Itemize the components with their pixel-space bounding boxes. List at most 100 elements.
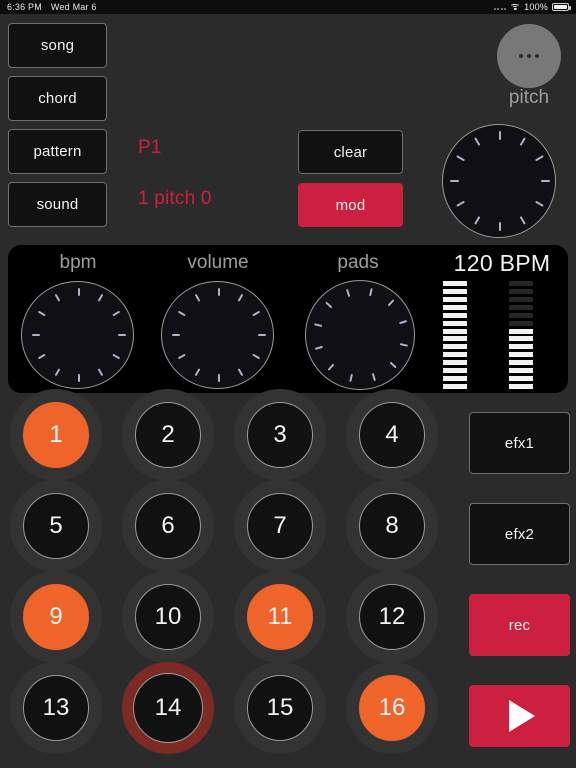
meter-segment [509,312,533,318]
pad-label: 2 [135,402,201,468]
knob-tick [444,180,500,182]
pitch-knob[interactable] [442,124,556,238]
pad-label: 11 [247,584,313,650]
pad-label: 5 [23,493,89,559]
meter-segment [509,360,533,366]
clear-button[interactable]: clear [298,130,403,174]
meter-segment [509,336,533,342]
meter-segment [443,360,467,366]
signal-dots-icon [493,4,507,10]
meter-segment [443,368,467,374]
battery-full-icon [552,3,571,11]
pad-label: 7 [247,493,313,559]
wifi-icon [510,3,521,11]
pad-10[interactable]: 10 [122,571,214,663]
meter-segment [443,328,467,334]
pad-6[interactable]: 6 [122,480,214,572]
knob-tick [219,334,272,336]
meter-segment [509,304,533,310]
efx2-button[interactable]: efx2 [469,503,570,565]
status-bar-right: 100% [493,2,576,12]
knob-tick [217,282,220,335]
pattern-button[interactable]: pattern [8,129,107,174]
pad-14[interactable]: 14 [122,662,214,754]
pads-knob[interactable] [305,280,415,390]
bpm-knob[interactable] [21,281,134,389]
mod-button[interactable]: mod [298,183,403,227]
meter-segment [443,288,467,294]
knob-tick [78,335,80,388]
pad-label: 16 [359,675,425,741]
pad-label: 10 [135,584,201,650]
meter-segment [509,344,533,350]
meter-segment [509,368,533,374]
bpm-value-readout: 120 BPM [453,250,551,276]
meter-segment [443,376,467,382]
level-meter-right [509,281,533,389]
meter-segment [509,281,533,286]
pad-13[interactable]: 13 [10,662,102,754]
knob-tick [499,125,501,181]
sound-button[interactable]: sound [8,182,107,227]
play-triangle-icon [508,700,535,732]
pad-label: 13 [23,675,89,741]
pads-knob-label: pads [337,252,379,273]
knob-tick [499,181,501,237]
pad-11[interactable]: 11 [234,571,326,663]
battery-percent: 100% [524,2,548,12]
pitch-label: pitch [508,87,550,108]
chord-button[interactable]: chord [8,76,107,121]
play-button[interactable] [469,685,570,747]
efx1-button[interactable]: efx1 [469,412,570,474]
meter-segment [509,296,533,302]
ellipsis-icon[interactable] [497,24,561,88]
pad-7[interactable]: 7 [234,480,326,572]
knob-tick [500,180,556,182]
meter-segment [509,352,533,358]
pad-5[interactable]: 5 [10,480,102,572]
app-root: 6:36 PM Wed Mar 6 100% song chord patter… [0,0,576,768]
status-bar: 6:36 PM Wed Mar 6 100% [0,0,576,14]
meter-segment [443,304,467,310]
pad-16[interactable]: 16 [346,662,438,754]
rec-button[interactable]: rec [469,594,570,656]
pad-label: 1 [23,402,89,468]
knob-tick [79,334,132,336]
meter-segment [443,281,467,286]
meter-segment [443,344,467,350]
status-date: Wed Mar 6 [50,2,97,12]
volume-knob[interactable] [161,281,274,389]
pad-label: 15 [247,675,313,741]
pad-4[interactable]: 4 [346,389,438,481]
knob-tick [166,334,219,336]
pad-label: 12 [359,584,425,650]
pad-2[interactable]: 2 [122,389,214,481]
pad-label: 6 [135,493,201,559]
knob-tick [218,335,220,388]
meter-segment [443,383,467,389]
pattern-readout: P1 [138,137,162,158]
song-button[interactable]: song [8,23,107,68]
pad-9[interactable]: 9 [10,571,102,663]
meter-segment [509,328,533,334]
pad-8[interactable]: 8 [346,480,438,572]
pad-label: 8 [359,493,425,559]
pad-3[interactable]: 3 [234,389,326,481]
meter-segment [443,296,467,302]
meter-segment [443,352,467,358]
status-bar-left: 6:36 PM Wed Mar 6 [0,2,97,12]
pad-label: 9 [23,584,89,650]
pad-label: 3 [247,402,313,468]
meter-segment [509,383,533,389]
pad-label: 14 [133,673,203,743]
level-meter-left [443,281,467,389]
sound-readout: 1 pitch 0 [138,188,212,209]
meter-segment [443,320,467,326]
pad-15[interactable]: 15 [234,662,326,754]
volume-knob-label: volume [187,252,249,273]
meter-segment [509,288,533,294]
meter-segment [443,336,467,342]
bpm-knob-label: bpm [59,252,97,273]
pad-1[interactable]: 1 [10,389,102,481]
pad-12[interactable]: 12 [346,571,438,663]
